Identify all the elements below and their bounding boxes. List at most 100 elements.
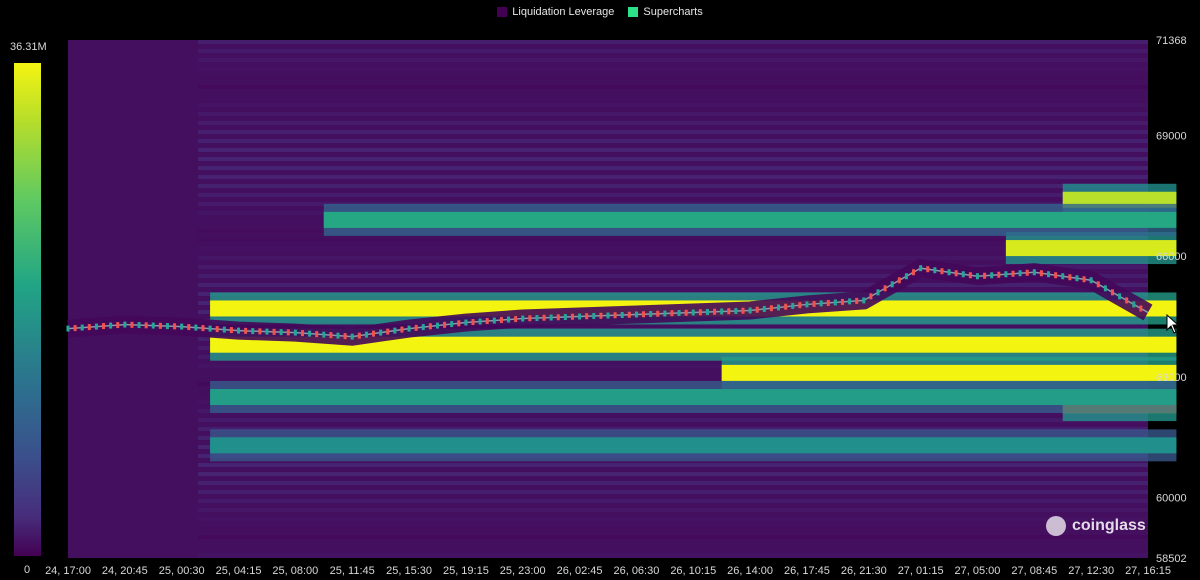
price-candle [443,321,447,328]
x-tick-label: 26, 21:30 [841,565,887,577]
price-candle [833,299,837,306]
price-candle [713,308,717,315]
price-candle [904,273,908,280]
price-candle [570,313,574,320]
price-candle [386,328,390,335]
price-candle [855,297,859,304]
price-candle [1047,271,1051,278]
price-candle [755,306,759,313]
price-candle [1082,276,1086,283]
heatmap-stripe [198,40,1148,44]
price-candle [698,309,702,316]
color-scale-max-label: 36.31M [10,41,47,53]
price-candle [343,333,347,340]
heatmap-stripe [198,418,1148,422]
price-candle [656,310,660,317]
price-candle [606,312,610,319]
price-candle [897,277,901,284]
price-candle [258,328,262,335]
price-candle [165,323,169,330]
price-candle [1125,297,1129,304]
x-tick-label: 25, 11:45 [330,565,375,577]
price-candle [556,314,560,321]
price-candle [748,307,752,314]
price-candle [762,305,766,312]
mouse-cursor-icon [1166,314,1180,334]
y-tick-label: 66000 [1156,251,1187,263]
price-candle [826,299,830,306]
price-candle [322,331,326,338]
price-candle [329,332,333,339]
price-candle [812,300,816,307]
price-candle [400,326,404,333]
price-candle [428,323,432,330]
price-candle [805,301,809,308]
price-candle [798,302,802,309]
heatmap-stripe [198,148,1148,152]
price-candle [137,322,141,329]
price-candle [592,313,596,320]
price-candle [464,319,468,326]
price-candle [478,318,482,325]
price-candle [933,267,937,274]
price-candle [876,289,880,296]
heatmap-stripe [198,283,1148,287]
heatmap-stripe [198,139,1148,143]
price-candle [173,323,177,330]
price-candle [940,268,944,275]
price-candle [670,310,674,317]
price-candle [784,303,788,310]
price-candle [251,328,255,335]
price-candle [535,315,539,322]
price-candle [1018,270,1022,277]
y-tick-label: 71368 [1156,35,1187,47]
price-candle [720,308,724,315]
price-candle [1110,289,1114,296]
x-tick-label: 27, 01:15 [898,565,944,577]
x-tick-label: 26, 10:15 [670,565,716,577]
price-candle [293,329,297,336]
price-candle [229,327,233,334]
price-candle [94,323,98,330]
price-candle [1075,275,1079,282]
heatmap-stripe [198,490,1148,494]
heatmap-stripe [198,175,1148,179]
x-tick-label: 27, 08:45 [1011,565,1057,577]
heatmap-stripe [198,67,1148,71]
price-candle [975,273,979,280]
price-candle [919,265,923,272]
price-candle [777,304,781,311]
price-candle [542,314,546,321]
price-candle [364,331,368,338]
heatmap-stripe [198,184,1148,188]
heatmap-stripe [198,103,1148,107]
x-tick-label: 25, 19:15 [443,565,489,577]
price-candle [912,269,916,276]
price-candle [705,308,709,315]
price-candle [926,266,930,273]
price-candle [372,330,376,337]
price-candle [1089,277,1093,284]
price-candle [578,313,582,320]
price-candle [265,328,269,335]
price-candle [499,317,503,324]
price-candle [840,298,844,305]
heatmap-stripe [198,526,1148,530]
price-candle [286,329,290,336]
heatmap-stripe [198,166,1148,170]
heatmap-stripe [198,535,1148,539]
price-candle [627,311,631,318]
heatmap-stripe [198,94,1148,98]
y-tick-label: 60000 [1156,493,1187,505]
price-candle [983,272,987,279]
price-candle [507,316,511,323]
price-candle [414,324,418,331]
x-tick-label: 27, 05:00 [955,565,1001,577]
heatmap-stripe [198,121,1148,125]
price-candle [215,326,219,333]
price-candle [272,328,276,335]
heatmap-band [323,211,1177,228]
price-candle [102,323,106,330]
heatmap-stripe [198,481,1148,485]
price-candle [677,309,681,316]
